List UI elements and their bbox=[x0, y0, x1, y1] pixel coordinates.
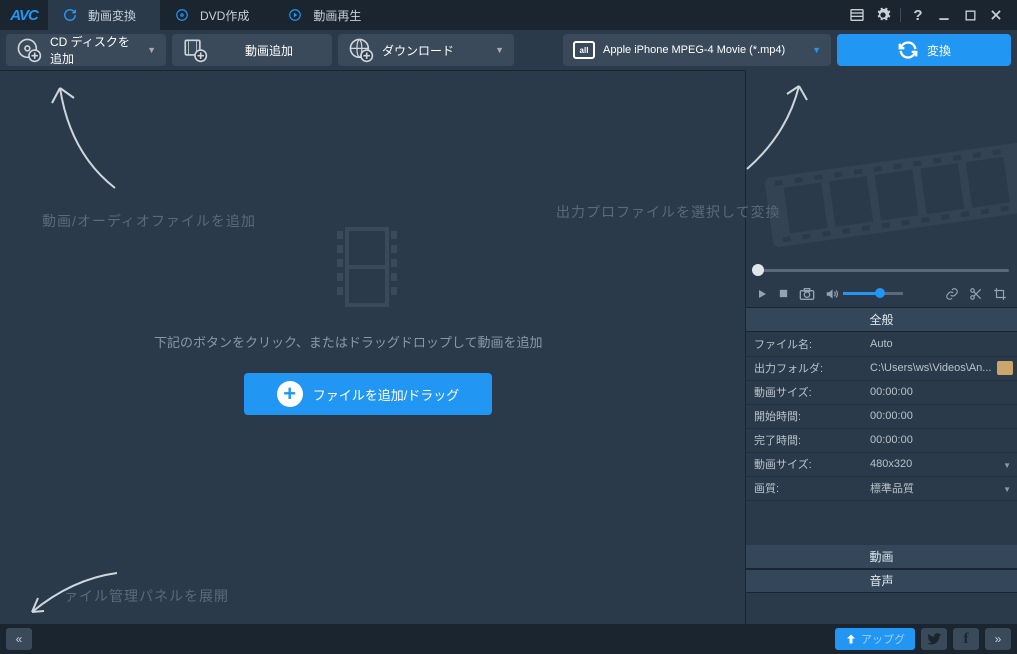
chevron-down-icon: ▼ bbox=[495, 45, 504, 55]
hint-drop-text: 下記のボタンをクリック、またはドラッグドロップして動画を追加 bbox=[154, 332, 542, 351]
help-icon[interactable]: ? bbox=[909, 6, 927, 24]
gear-icon[interactable] bbox=[874, 6, 892, 24]
chevron-down-icon: ▼ bbox=[147, 45, 156, 55]
table-row: 完了時間:00:00:00 bbox=[746, 428, 1017, 452]
seek-bar[interactable] bbox=[746, 260, 1017, 280]
volume-control[interactable] bbox=[825, 288, 903, 300]
refresh-icon bbox=[62, 7, 78, 23]
seek-thumb[interactable] bbox=[752, 264, 764, 276]
upgrade-button[interactable]: アップグ bbox=[835, 628, 915, 650]
section-video-header[interactable]: 動画 bbox=[746, 545, 1017, 569]
player-controls bbox=[746, 280, 1017, 308]
minimize-icon[interactable] bbox=[935, 6, 953, 24]
convert-icon bbox=[897, 39, 919, 61]
section-audio-header[interactable]: 音声 bbox=[746, 569, 1017, 593]
file-drop-area[interactable]: 動画/オーディオファイルを追加 下記のボタンをクリック、またはドラッグドロップし… bbox=[0, 70, 745, 624]
snapshot-icon[interactable] bbox=[799, 288, 815, 300]
tab-play[interactable]: 動画再生 bbox=[273, 0, 385, 30]
button-label: ダウンロード bbox=[382, 42, 454, 59]
twitter-icon[interactable] bbox=[921, 628, 947, 650]
table-row: ファイル名:Auto bbox=[746, 332, 1017, 356]
facebook-icon[interactable]: f bbox=[953, 628, 979, 650]
app-logo: AVC bbox=[0, 0, 48, 30]
table-row: 開始時間:00:00:00 bbox=[746, 404, 1017, 428]
button-label: 動画追加 bbox=[245, 42, 293, 59]
disc-icon bbox=[174, 7, 190, 23]
maximize-icon[interactable] bbox=[961, 6, 979, 24]
hint-add-files: 動画/オーディオファイルを追加 bbox=[42, 211, 256, 231]
close-icon[interactable] bbox=[987, 6, 1005, 24]
globe-plus-icon bbox=[348, 37, 374, 63]
table-row: 動画サイズ:480x320▼ bbox=[746, 452, 1017, 476]
menu-icon[interactable] bbox=[848, 6, 866, 24]
plus-icon: + bbox=[277, 381, 303, 407]
output-profile-select[interactable]: all Apple iPhone MPEG-4 Movie (*.mp4) ▼ bbox=[563, 34, 831, 66]
button-label: 変換 bbox=[927, 42, 951, 59]
profile-label: Apple iPhone MPEG-4 Movie (*.mp4) bbox=[603, 44, 804, 56]
add-video-button[interactable]: 動画追加 bbox=[172, 34, 332, 66]
profile-badge-icon: all bbox=[573, 41, 595, 59]
status-bar: « アップグ f » bbox=[0, 624, 1017, 654]
hint-expand-panel: ァイル管理パネルを展開 bbox=[64, 586, 229, 606]
film-reel-icon bbox=[759, 103, 1017, 278]
add-disc-button[interactable]: CD ディスクを追加 ▼ bbox=[6, 34, 166, 66]
title-bar: AVC 動画変換 DVD作成 動画再生 ? bbox=[0, 0, 1017, 30]
button-label: ファイルを追加/ドラッグ bbox=[313, 385, 460, 404]
button-label: CD ディスクを追加 bbox=[50, 33, 139, 67]
table-row: 画質:標準品質▼ bbox=[746, 476, 1017, 500]
download-button[interactable]: ダウンロード ▼ bbox=[338, 34, 514, 66]
section-general-header[interactable]: 全般 bbox=[746, 308, 1017, 332]
properties-panel: 全般 ファイル名:Auto 出力フォルダ:C:\Users\ws\Videos\… bbox=[746, 308, 1017, 624]
preview-area: 出力プロファイルを選択して変換 bbox=[746, 70, 1017, 260]
folder-icon[interactable] bbox=[997, 361, 1013, 375]
play-icon bbox=[287, 7, 303, 23]
tab-convert[interactable]: 動画変換 bbox=[48, 0, 160, 30]
volume-track[interactable] bbox=[843, 292, 903, 295]
collapse-left-button[interactable]: « bbox=[6, 628, 32, 650]
chevron-down-icon: ▼ bbox=[812, 45, 821, 55]
tab-dvd[interactable]: DVD作成 bbox=[160, 0, 273, 30]
table-row: 動画サイズ:00:00:00 bbox=[746, 380, 1017, 404]
right-panel: 出力プロファイルを選択して変換 全般 ファイル名:Auto bbox=[745, 70, 1017, 624]
chevron-down-icon: ▼ bbox=[1003, 485, 1011, 494]
stop-icon[interactable] bbox=[778, 288, 789, 299]
toolbar: CD ディスクを追加 ▼ 動画追加 ダウンロード ▼ all Apple iPh… bbox=[0, 30, 1017, 70]
film-placeholder-icon bbox=[327, 221, 407, 313]
button-label: アップグ bbox=[861, 631, 905, 647]
convert-button[interactable]: 変換 bbox=[837, 34, 1011, 66]
film-plus-icon bbox=[182, 37, 208, 63]
disc-plus-icon bbox=[16, 37, 42, 63]
tab-label: 動画再生 bbox=[313, 7, 361, 24]
add-file-button[interactable]: + ファイルを追加/ドラッグ bbox=[244, 373, 492, 415]
expand-right-button[interactable]: » bbox=[985, 628, 1011, 650]
up-arrow-icon bbox=[845, 633, 857, 645]
crop-icon[interactable] bbox=[993, 287, 1007, 301]
play-icon[interactable] bbox=[756, 288, 768, 300]
tab-label: 動画変換 bbox=[88, 7, 136, 24]
properties-table: ファイル名:Auto 出力フォルダ:C:\Users\ws\Videos\An.… bbox=[746, 332, 1017, 501]
table-row: 出力フォルダ:C:\Users\ws\Videos\An... bbox=[746, 356, 1017, 380]
scissors-icon[interactable] bbox=[969, 287, 983, 301]
hint-select-profile: 出力プロファイルを選択して変換 bbox=[556, 202, 781, 222]
main-area: 動画/オーディオファイルを追加 下記のボタンをクリック、またはドラッグドロップし… bbox=[0, 70, 1017, 624]
chevron-down-icon: ▼ bbox=[1003, 461, 1011, 470]
window-controls: ? bbox=[836, 0, 1017, 30]
tab-label: DVD作成 bbox=[200, 7, 249, 24]
volume-icon bbox=[825, 288, 839, 300]
link-icon[interactable] bbox=[945, 287, 959, 301]
arrow-hint-icon bbox=[40, 73, 130, 193]
